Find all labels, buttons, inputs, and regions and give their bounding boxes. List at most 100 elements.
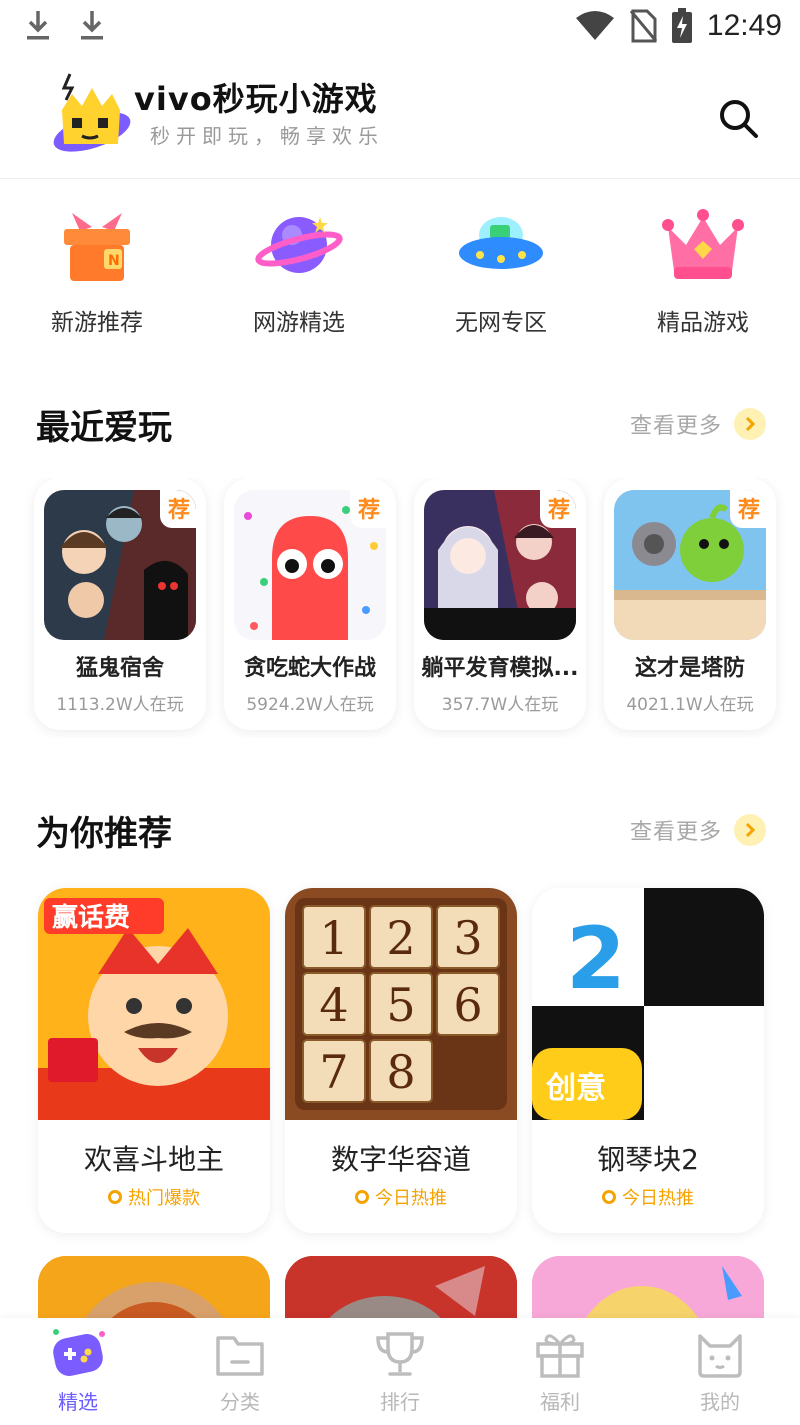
category-online-games[interactable]: 网游精选	[224, 205, 374, 345]
game-badge: 热门爆款	[38, 1184, 270, 1210]
recommend-game-card[interactable]: 2 创意 钢琴块2 今日热推	[532, 888, 764, 1233]
recent-game-card[interactable]: 荐 躺平发育模拟... 357.7W人在玩	[414, 478, 586, 730]
game-name: 钢琴块2	[597, 1143, 699, 1176]
recommend-more-button[interactable]: 查看更多	[630, 812, 766, 848]
thumb-tag: 创意	[545, 1071, 606, 1106]
game-name: 躺平发育模拟...	[421, 656, 579, 681]
nav-item-featured[interactable]: 精选	[18, 1318, 138, 1425]
player-count: 4021.1W人在玩	[626, 695, 754, 715]
search-icon[interactable]	[716, 96, 760, 140]
recommend-section-header: 为你推荐 查看更多	[36, 806, 766, 866]
recent-game-card[interactable]: 荐 贪吃蛇大作战 5924.2W人在玩	[224, 478, 396, 730]
wifi-icon	[575, 11, 614, 40]
nav-label: 我的	[700, 1390, 740, 1414]
gamepad-icon	[53, 1329, 105, 1376]
nav-item-profile[interactable]: 我的	[660, 1318, 780, 1425]
crown-icon	[662, 209, 744, 279]
category-label: 网游精选	[253, 310, 345, 336]
recommend-tag: 荐	[349, 490, 386, 528]
crown-cat-logo	[53, 73, 131, 152]
app-subtitle: 秒开即玩，畅享欢乐	[150, 124, 384, 148]
recommend-tag: 荐	[159, 490, 196, 528]
recommend-game-card[interactable]: 1 2 3 4 5 6 7 8 数字华容道 今日热推	[285, 888, 517, 1233]
nav-item-ranking[interactable]: 排行	[340, 1318, 460, 1425]
chevron-right-icon	[734, 408, 766, 440]
badge-label: 热门爆款	[128, 1188, 200, 1209]
tile-digit: 5	[386, 978, 415, 1032]
nav-item-category[interactable]: 分类	[180, 1318, 300, 1425]
battery-charging-icon	[671, 8, 692, 43]
badge-circle-icon	[355, 1190, 369, 1204]
download-icon	[27, 11, 49, 40]
recent-games-row: 荐 猛鬼宿舍 1113.2W人在玩 荐 贪吃蛇大作战 5924.2W人在玩 荐 …	[0, 478, 800, 738]
category-label: 精品游戏	[657, 310, 749, 336]
planet-icon	[255, 217, 343, 273]
gift-icon	[536, 1334, 584, 1378]
recent-more-button[interactable]: 查看更多	[630, 406, 766, 442]
game-name: 猛鬼宿舍	[75, 656, 164, 681]
game-thumbnail: 荐	[424, 490, 576, 640]
tile-digit: 7	[319, 1045, 348, 1099]
thumb-caption: 赢话费	[52, 902, 130, 933]
recommend-tag: 荐	[539, 490, 576, 528]
game-thumbnail: 荐	[234, 490, 386, 640]
status-bar: 12:49	[0, 0, 800, 52]
game-thumbnail: 荐	[44, 490, 196, 640]
game-name: 欢喜斗地主	[83, 1143, 224, 1176]
player-count: 1113.2W人在玩	[56, 695, 184, 715]
category-offline-games[interactable]: 无网专区	[426, 205, 576, 345]
badge-label: 今日热推	[622, 1188, 694, 1209]
tile-digit: 4	[319, 978, 348, 1032]
download-icon	[81, 11, 103, 40]
game-name: 这才是塔防	[634, 656, 745, 681]
category-label: 无网专区	[455, 310, 547, 336]
cat-face-icon	[698, 1334, 742, 1378]
badge-circle-icon	[602, 1190, 616, 1204]
player-count: 5924.2W人在玩	[246, 695, 374, 715]
category-new-games[interactable]: N 新游推荐	[22, 205, 172, 345]
more-label: 查看更多	[629, 820, 722, 845]
player-count: 357.7W人在玩	[441, 695, 559, 715]
category-label: 新游推荐	[51, 310, 143, 336]
trophy-icon	[376, 1332, 424, 1376]
game-thumbnail: 赢话费	[38, 888, 270, 1120]
thumb-number: 2	[566, 909, 626, 1009]
recent-game-card[interactable]: 荐 这才是塔防 4021.1W人在玩	[604, 478, 776, 730]
game-thumbnail: 1 2 3 4 5 6 7 8	[285, 888, 517, 1120]
category-row: N 新游推荐 网游精选 无网专区 精品游戏	[0, 205, 800, 345]
game-thumbnail: 2 创意	[532, 888, 764, 1120]
nav-item-benefits[interactable]: 福利	[500, 1318, 620, 1425]
badge-label: 今日热推	[375, 1188, 447, 1209]
chevron-right-icon	[734, 814, 766, 846]
gift-box-icon: N	[64, 213, 130, 281]
svg-text:N: N	[108, 253, 120, 269]
game-badge: 今日热推	[285, 1184, 517, 1210]
more-label: 查看更多	[629, 414, 722, 439]
app-title: vivo秒玩小游戏	[134, 80, 378, 118]
section-title: 最近爱玩	[36, 408, 172, 448]
recommend-tag: 荐	[729, 490, 766, 528]
tile-digit: 6	[453, 978, 482, 1032]
app-header: vivo秒玩小游戏 秒开即玩，畅享欢乐	[0, 58, 800, 178]
section-title: 为你推荐	[36, 814, 172, 854]
tile-digit: 3	[453, 911, 482, 965]
nav-label: 分类	[220, 1390, 260, 1414]
folder-icon	[216, 1336, 264, 1376]
tile-digit: 8	[386, 1045, 415, 1099]
nav-label: 福利	[540, 1390, 580, 1414]
ufo-icon	[459, 217, 543, 269]
badge-circle-icon	[108, 1190, 122, 1204]
game-name: 数字华容道	[330, 1143, 471, 1176]
recommend-game-card[interactable]: 赢话费 欢喜斗地主 热门爆款	[38, 888, 270, 1233]
game-name: 贪吃蛇大作战	[243, 656, 376, 681]
no-sim-icon	[629, 9, 657, 43]
nav-label: 排行	[380, 1390, 420, 1414]
bottom-nav: 精选 分类 排行 福利 我的	[0, 1318, 800, 1425]
recent-section-header: 最近爱玩 查看更多	[36, 400, 766, 460]
header-divider	[0, 178, 800, 179]
recent-game-card[interactable]: 荐 猛鬼宿舍 1113.2W人在玩	[34, 478, 206, 730]
tile-digit: 2	[386, 911, 415, 965]
game-badge: 今日热推	[532, 1184, 764, 1210]
category-premium-games[interactable]: 精品游戏	[628, 205, 778, 345]
tile-digit: 1	[319, 911, 348, 965]
